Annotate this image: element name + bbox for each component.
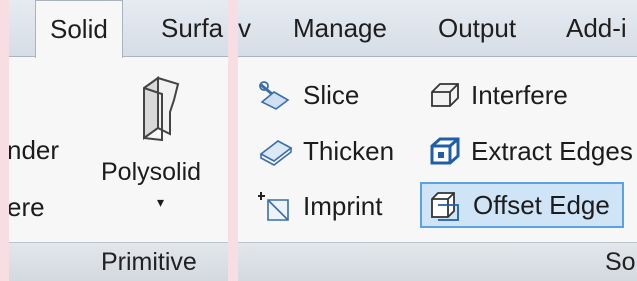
interfere-button[interactable]: Interfere [426, 75, 568, 115]
thicken-icon [259, 140, 293, 166]
extract-edges-label: Extract Edges [471, 135, 633, 166]
tab-output[interactable]: Output [438, 0, 516, 56]
imprint-icon [258, 192, 289, 221]
tab-solid[interactable]: Solid [35, 0, 123, 58]
ribbon-left-panel: Solid Surfa nder ere Polysolid ▾ Primiti… [9, 0, 228, 281]
extract-edges-icon [430, 137, 460, 165]
tab-surface[interactable]: Surfa [161, 0, 223, 56]
panel-title-solid-editing: So [605, 248, 636, 276]
tab-manage[interactable]: Manage [293, 0, 387, 56]
polysolid-button[interactable]: Polysolid ▾ [101, 72, 221, 222]
polysolid-label: Polysolid [101, 158, 202, 186]
extract-edges-button[interactable]: Extract Edges [426, 131, 633, 171]
offset-edge-label: Offset Edge [473, 189, 610, 220]
imprint-button[interactable]: Imprint [258, 186, 382, 226]
interfere-icon [431, 83, 459, 107]
interfere-label: Interfere [471, 79, 568, 110]
thicken-button[interactable]: Thicken [258, 131, 394, 171]
slice-icon [259, 81, 290, 110]
slice-button[interactable]: Slice [258, 75, 359, 115]
panel-title-bar[interactable]: So [238, 242, 637, 281]
thicken-label: Thicken [303, 135, 395, 166]
offset-edge-button[interactable]: Offset Edge [420, 182, 624, 228]
dropdown-arrow-icon[interactable]: ▾ [157, 194, 164, 211]
panel-title-primitive: Primitive [101, 248, 197, 276]
offset-edge-icon [431, 192, 459, 221]
cylinder-button-label[interactable]: nder [9, 135, 59, 166]
sphere-button-label[interactable]: ere [9, 192, 45, 223]
imprint-label: Imprint [303, 190, 383, 221]
tab-view[interactable]: v [238, 0, 251, 56]
tab-add-ins[interactable]: Add-i [566, 0, 627, 56]
ribbon-right-panel: v Manage Output Add-i Slice Thicken Impr… [238, 0, 637, 281]
polysolid-icon [143, 76, 180, 142]
panel-title-bar[interactable]: Primitive [9, 242, 228, 281]
slice-label: Slice [303, 79, 360, 110]
ribbon-tab-bar: v Manage Output Add-i [238, 0, 637, 57]
ribbon-tab-bar: Solid Surfa [9, 0, 228, 58]
